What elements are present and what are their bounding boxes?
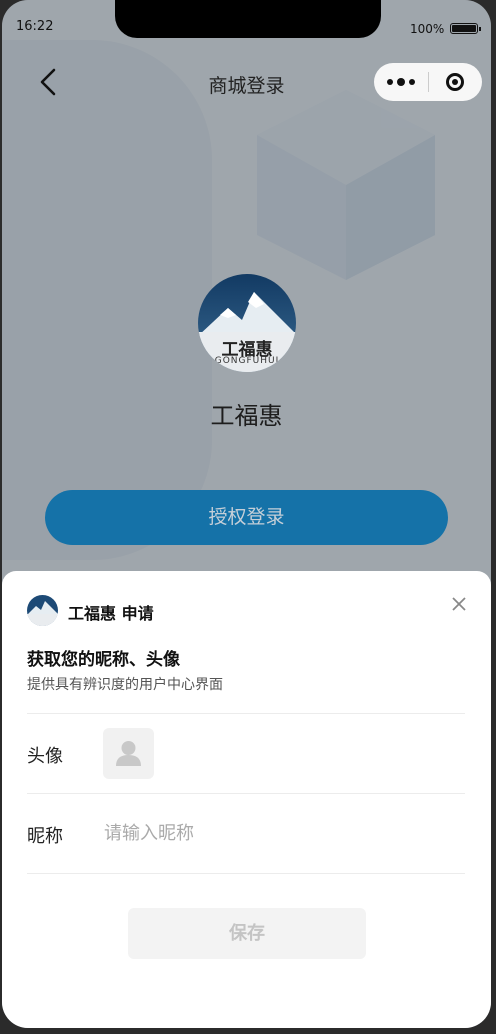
close-miniprogram-icon[interactable] bbox=[428, 63, 482, 101]
battery-percent: 100% bbox=[410, 22, 445, 36]
save-button[interactable]: 保存 bbox=[128, 908, 366, 959]
mini-program-capsule bbox=[374, 63, 482, 101]
sheet-description: 提供具有辨识度的用户中心界面 bbox=[27, 677, 223, 693]
divider bbox=[27, 873, 465, 874]
requesting-app-name: 工福惠 申请 bbox=[68, 604, 154, 623]
phone-screen: 工福惠 GONGFUHUI 工福惠 授权登录 16:22 100% 商城登录 工… bbox=[2, 0, 491, 1028]
profile-auth-sheet: 工福惠 申请 获取您的昵称、头像 提供具有辨识度的用户中心界面 头像 昵称 保存 bbox=[2, 571, 491, 1028]
battery-icon bbox=[450, 23, 481, 34]
nickname-input[interactable] bbox=[104, 819, 444, 847]
more-menu-icon[interactable] bbox=[374, 63, 428, 101]
device-notch bbox=[115, 0, 381, 38]
divider bbox=[27, 793, 465, 794]
logo-subtext: GONGFUHUI bbox=[214, 356, 280, 366]
shop-name: 工福惠 bbox=[210, 402, 283, 430]
authorize-login-button[interactable]: 授权登录 bbox=[45, 490, 448, 545]
divider bbox=[27, 713, 465, 714]
user-placeholder-icon bbox=[116, 741, 141, 766]
nickname-label: 昵称 bbox=[27, 826, 63, 847]
app-logo-small bbox=[27, 595, 58, 626]
close-icon[interactable] bbox=[448, 593, 470, 615]
choose-avatar-button[interactable] bbox=[103, 728, 154, 779]
avatar-label: 头像 bbox=[27, 746, 63, 767]
sheet-title: 获取您的昵称、头像 bbox=[27, 650, 180, 670]
status-time: 16:22 bbox=[16, 19, 54, 34]
shop-logo: 工福惠 GONGFUHUI bbox=[198, 274, 296, 372]
